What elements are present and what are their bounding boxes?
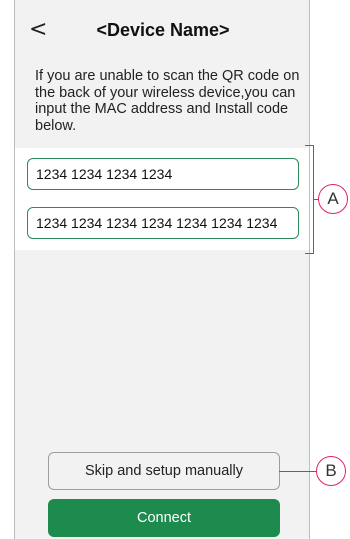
instructions-text: If you are unable to scan the QR code on…	[35, 68, 300, 134]
header: < <Device Name>	[15, 14, 311, 50]
skip-setup-button[interactable]: Skip and setup manually	[48, 452, 280, 490]
callout-b-connector	[279, 471, 316, 472]
connect-button[interactable]: Connect	[48, 499, 280, 537]
install-code-input[interactable]	[27, 207, 299, 239]
callout-a-badge: A	[318, 184, 348, 214]
phone-screen: < <Device Name> If you are unable to sca…	[14, 0, 310, 539]
mac-address-input[interactable]	[27, 158, 299, 190]
callout-b-badge: B	[316, 456, 346, 486]
page-title: <Device Name>	[96, 20, 230, 40]
code-entry-panel	[15, 148, 309, 250]
